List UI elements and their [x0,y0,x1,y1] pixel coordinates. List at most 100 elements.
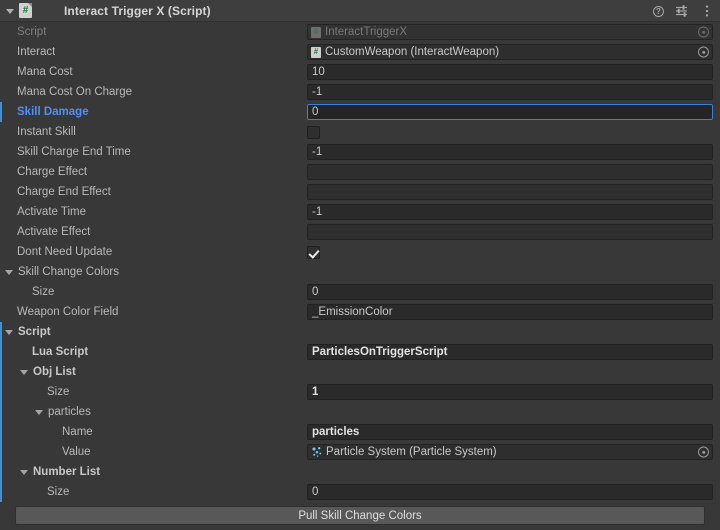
property-row: Size 0 [0,282,720,302]
pull-skill-change-colors-button[interactable]: Pull Skill Change Colors [15,506,705,525]
property-label-cell: Skill Damage [0,102,307,122]
property-field-cell: 1 [307,382,720,402]
property-row: Charge Effect [0,162,720,182]
bottom-button-area: Pull Skill Change Colors [0,502,720,530]
object-reference-field[interactable] [307,224,713,240]
field-value: InteractTriggerX [325,26,408,38]
text-input-field[interactable]: -1 [307,204,713,220]
property-label-cell: Activate Effect [0,222,307,242]
chevron-down-icon[interactable] [19,367,30,378]
property-label-cell: particles [0,402,307,422]
property-label-cell: Size [0,282,307,302]
property-label: Value [62,446,91,458]
checkbox-toggle[interactable] [307,245,320,259]
property-label: Weapon Color Field [17,306,119,318]
property-label-cell: Name [0,422,307,442]
property-label: Script [17,26,47,38]
property-row: Lua Script ParticlesOnTriggerScript [0,342,720,362]
property-row: Script [0,322,720,342]
chevron-down-icon[interactable] [19,467,30,478]
field-value: ParticlesOnTriggerScript [312,346,448,358]
property-field-cell: _EmissionColor [307,302,720,322]
property-label: particles [48,406,91,418]
field-value: 0 [312,486,319,498]
property-label: Obj List [33,366,76,378]
object-reference-field[interactable]: # InteractTriggerX [307,24,713,40]
property-field-cell [307,242,720,262]
property-field-cell [307,362,720,382]
text-input-field[interactable]: -1 [307,144,713,160]
cs-script-icon: # [311,46,321,58]
text-input-field[interactable]: particles [307,424,713,440]
chevron-down-icon[interactable] [4,327,15,338]
property-label: Number List [33,466,101,478]
chevron-down-icon[interactable] [4,267,15,278]
help-icon[interactable]: ? [653,5,664,17]
property-label: Skill Damage [17,106,89,118]
object-reference-field[interactable]: # CustomWeapon (InteractWeapon) [307,44,713,60]
text-input-field[interactable]: 0 [307,104,713,120]
property-label: Skill Change Colors [18,266,119,278]
property-label: Skill Charge End Time [17,146,131,158]
field-value: particles [312,426,360,438]
property-field-cell: # InteractTriggerX [307,22,720,42]
property-row: Skill Damage 0 [0,102,720,122]
property-row: Charge End Effect [0,182,720,202]
object-picker-icon[interactable] [698,46,709,58]
property-row: Skill Change Colors [0,262,720,282]
text-input-field[interactable]: ParticlesOnTriggerScript [307,344,713,360]
checkbox-toggle[interactable] [307,125,320,139]
field-value: _EmissionColor [312,306,393,318]
property-field-cell: Particle System (Particle System) [307,442,720,462]
property-row: Value Particle System (Particle System) [0,442,720,462]
component-foldout-icon[interactable] [4,5,16,17]
text-input-field[interactable]: 10 [307,64,713,80]
property-row: Size 0 [0,482,720,502]
property-row: Size 1 [0,382,720,402]
property-field-cell [307,262,720,282]
object-reference-field[interactable]: Particle System (Particle System) [307,444,713,460]
object-reference-field[interactable] [307,164,713,180]
more-menu-icon[interactable] [700,4,714,18]
property-label: Mana Cost [17,66,73,78]
property-label-cell: Charge End Effect [0,182,307,202]
prefab-override-bar [0,102,2,122]
property-row: Weapon Color Field _EmissionColor [0,302,720,322]
property-label-cell: Size [0,382,307,402]
property-row: Instant Skill [0,122,720,142]
property-row: Obj List [0,362,720,382]
property-row: Activate Time -1 [0,202,720,222]
property-label: Dont Need Update [17,246,113,258]
object-reference-field[interactable] [307,184,713,200]
property-label: Activate Time [17,206,87,218]
property-field-cell: 0 [307,482,720,502]
property-field-cell [307,222,720,242]
preset-icon[interactable] [675,4,689,18]
property-field-cell: 0 [307,282,720,302]
field-value: 0 [312,286,319,298]
property-label: Activate Effect [17,226,91,238]
property-label-cell: Number List [0,462,307,482]
property-label: Size [47,486,70,498]
property-field-cell: -1 [307,202,720,222]
text-input-field[interactable]: -1 [307,84,713,100]
field-value: 10 [312,66,325,78]
property-label-cell: Instant Skill [0,122,307,142]
object-picker-icon[interactable] [698,26,709,38]
property-field-cell [307,462,720,482]
field-value: -1 [312,146,323,158]
component-header[interactable]: # Interact Trigger X (Script) ? [0,0,720,22]
property-field-cell: 10 [307,62,720,82]
property-label: Instant Skill [17,126,76,138]
text-input-field[interactable]: 0 [307,284,713,300]
text-input-field[interactable]: _EmissionColor [307,304,713,320]
object-picker-icon[interactable] [698,446,709,458]
script-icon-glyph: # [22,4,29,16]
unity-inspector-panel: # Interact Trigger X (Script) ? Script #… [0,0,720,530]
property-row: Skill Charge End Time -1 [0,142,720,162]
text-input-field[interactable]: 0 [307,484,713,500]
cs-script-icon: # [311,26,321,38]
property-row-list: Script # InteractTriggerX Interact # CustomWe… [0,22,720,502]
text-input-field[interactable]: 1 [307,384,713,400]
chevron-down-icon[interactable] [34,407,45,418]
